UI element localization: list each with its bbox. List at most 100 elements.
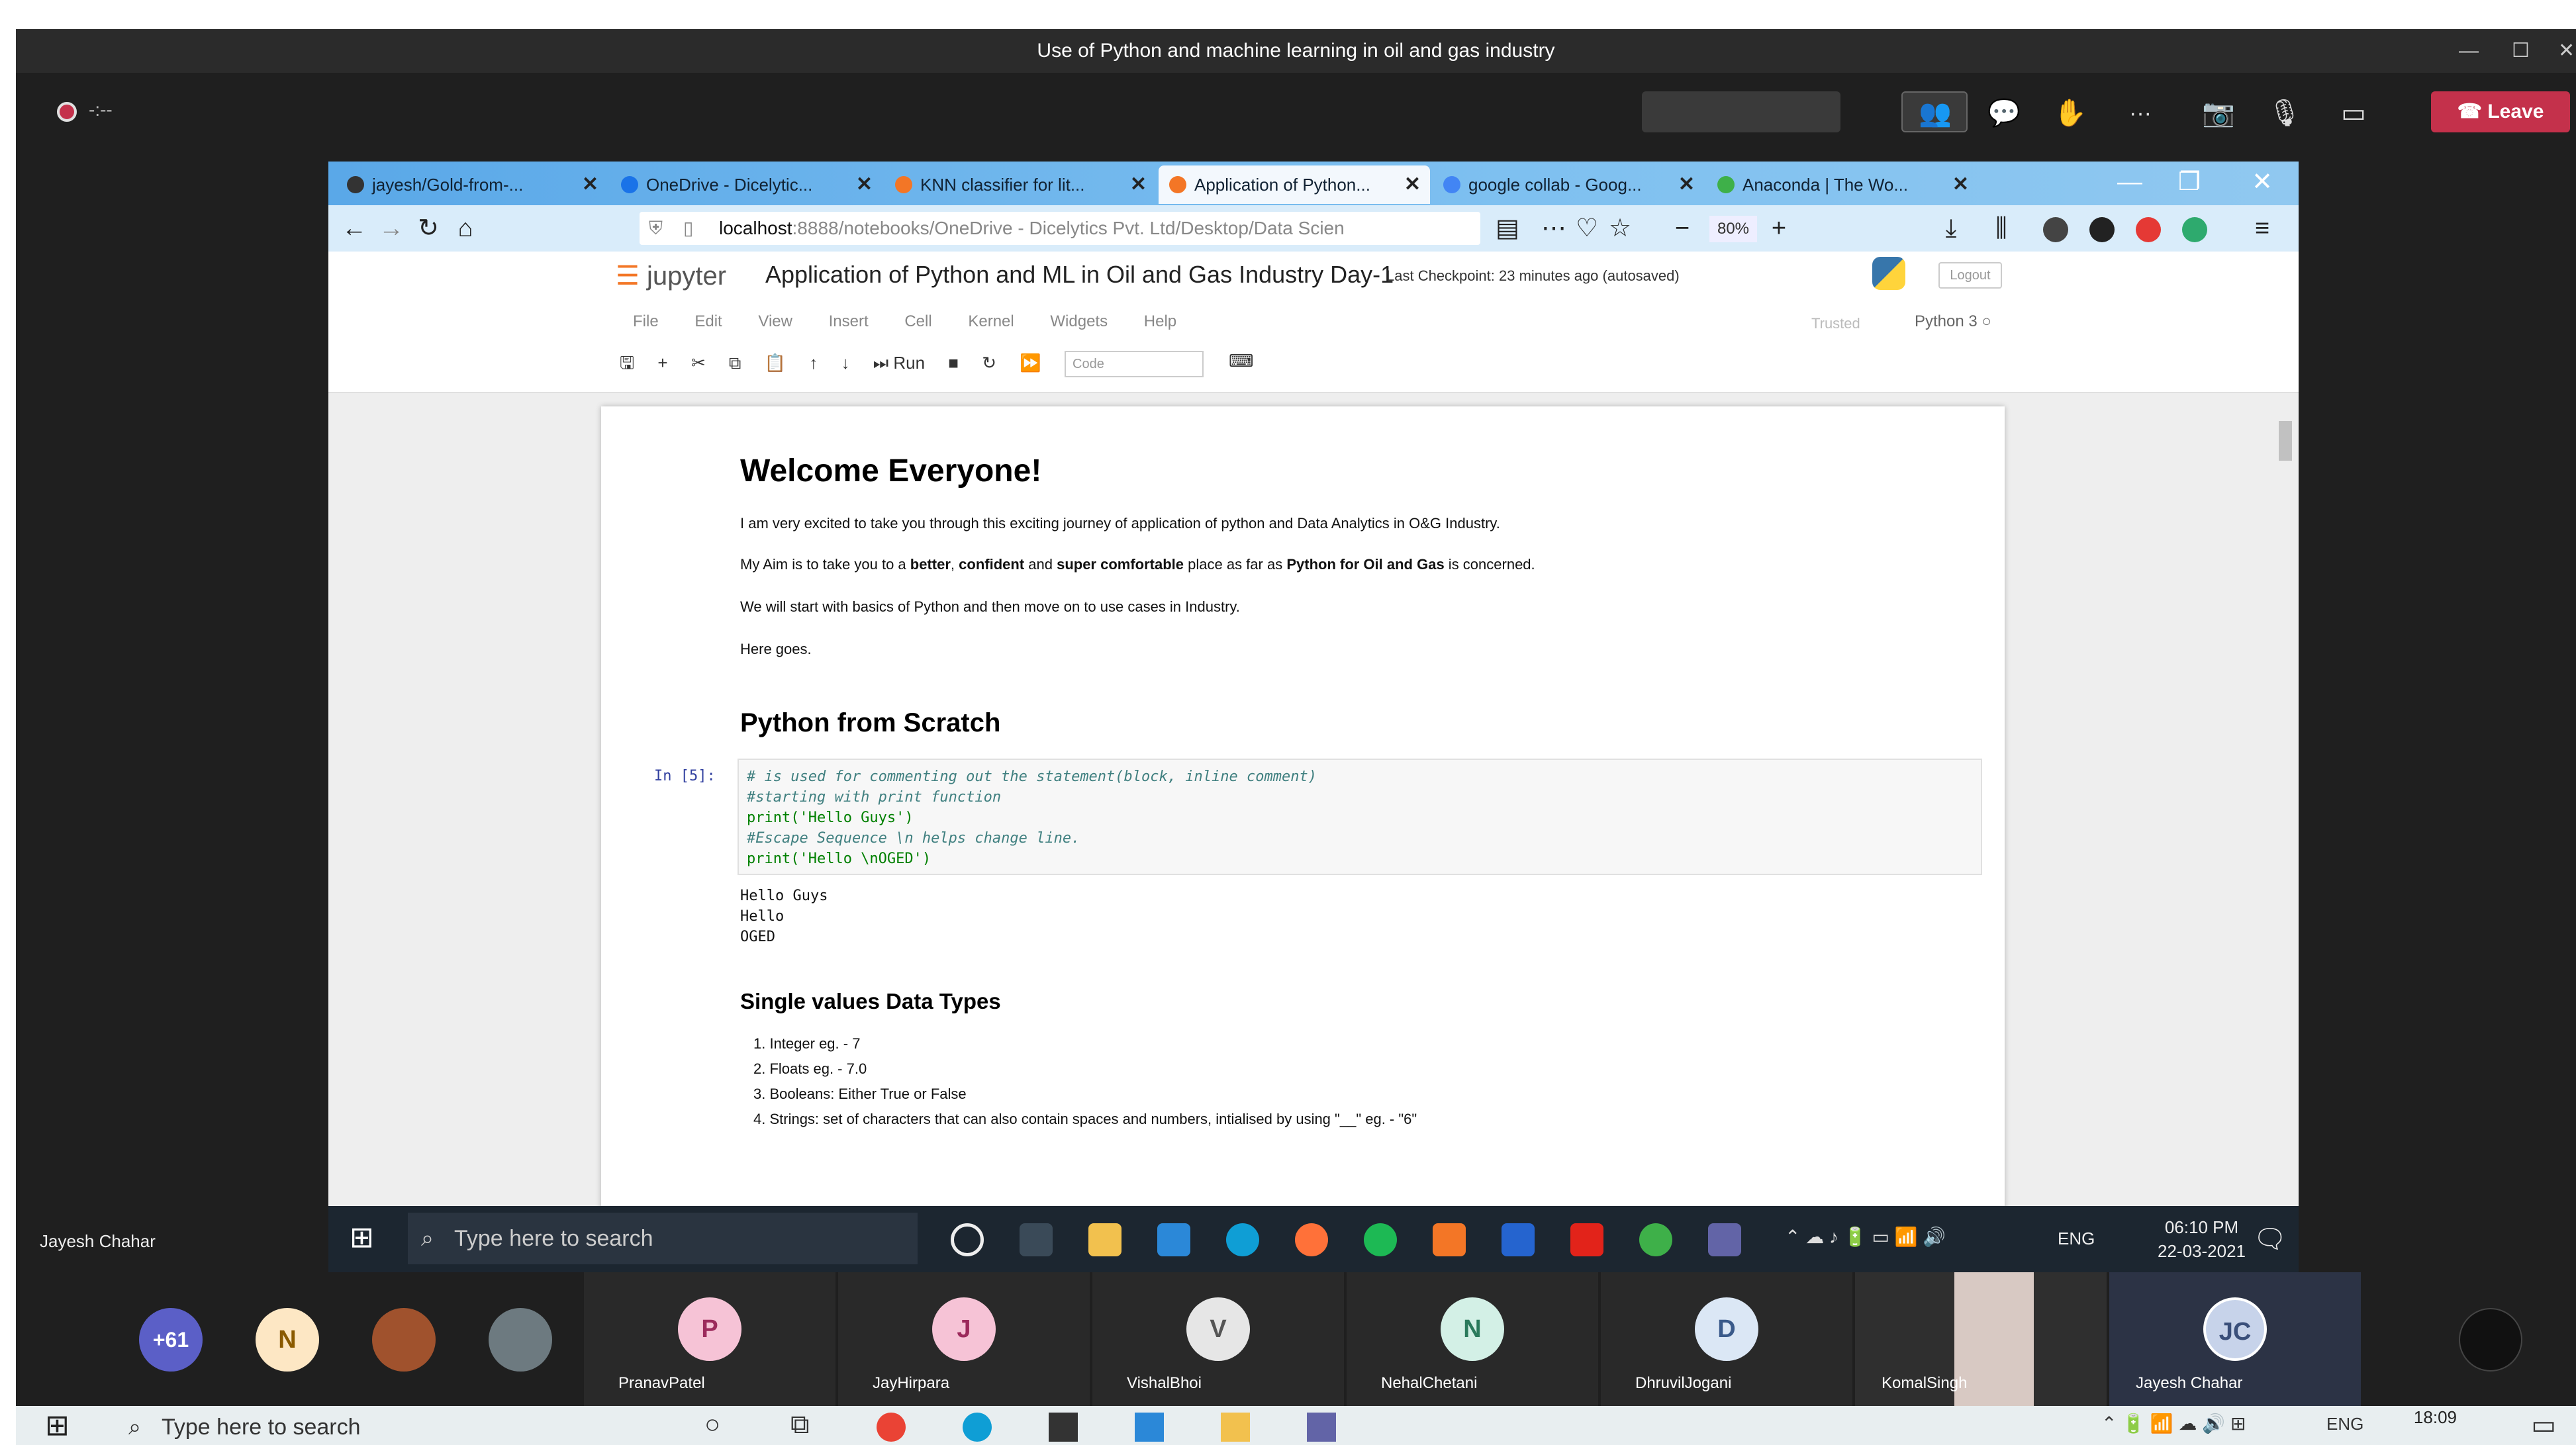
forward-icon[interactable]: → [377, 214, 405, 242]
browser-tab[interactable]: google collab - Goog... ✕ [1433, 165, 1704, 204]
extension-icon[interactable] [2136, 217, 2161, 242]
language-indicator[interactable]: ENG [2326, 1414, 2363, 1434]
notebook-scrollbar[interactable] [2276, 401, 2295, 1195]
more-options-icon[interactable]: ··· [2123, 95, 2158, 131]
close-tab-icon[interactable]: ✕ [1404, 165, 1421, 204]
fast-forward-icon[interactable]: ⏩ [1020, 353, 1041, 373]
toolbar-placeholder-button[interactable] [1642, 91, 1840, 132]
cortana-icon[interactable] [951, 1223, 984, 1256]
spotify-icon[interactable] [1364, 1223, 1397, 1256]
share-tray-icon[interactable]: ▭ [2336, 95, 2371, 131]
zoom-out-icon[interactable]: − [1668, 214, 1696, 242]
taskbar-search[interactable]: ⌕ Type here to search [115, 1410, 658, 1444]
notebook-title[interactable]: Application of Python and ML in Oil and … [765, 261, 1394, 289]
taskbar-clock[interactable]: 18:09 [2414, 1407, 2457, 1428]
close-tab-icon[interactable]: ✕ [582, 165, 598, 204]
close-tab-icon[interactable]: ✕ [1678, 165, 1695, 204]
avatar[interactable]: N [256, 1308, 319, 1372]
menu-help[interactable]: Help [1144, 312, 1176, 331]
minimize-icon[interactable]: — [2116, 168, 2144, 196]
firefox-icon[interactable] [1295, 1223, 1328, 1256]
menu-file[interactable]: File [633, 312, 659, 331]
acrobat-icon[interactable] [1570, 1223, 1603, 1256]
bookmark-star-icon[interactable]: ☆ [1606, 214, 1634, 242]
participant-tile[interactable]: D DhruvilJogani [1601, 1272, 1852, 1406]
menu-cell[interactable]: Cell [904, 312, 931, 331]
browser-tab[interactable]: Anaconda | The Wo... ✕ [1707, 165, 1978, 204]
notifications-icon[interactable]: 🗨 [2253, 1223, 2287, 1254]
file-explorer-icon[interactable] [1221, 1413, 1250, 1442]
insert-cell-icon[interactable]: + [657, 353, 667, 373]
copy-icon[interactable]: ⧉ [729, 353, 741, 374]
overflow-participants-badge[interactable]: +61 [139, 1308, 203, 1372]
trusted-badge[interactable]: Trusted [1811, 315, 1860, 332]
restart-icon[interactable]: ↻ [982, 353, 996, 373]
run-button[interactable]: ⏭ Run [873, 353, 925, 374]
mail-icon[interactable] [1157, 1223, 1190, 1256]
mic-off-icon[interactable]: 🎙 [2267, 95, 2303, 131]
task-view-icon[interactable] [1020, 1223, 1053, 1256]
reader-icon[interactable]: ▤ [1494, 214, 1521, 242]
language-indicator[interactable]: ENG [2058, 1229, 2095, 1249]
jupyter-icon[interactable] [1433, 1223, 1466, 1256]
cut-icon[interactable]: ✂ [691, 353, 706, 373]
minimize-icon[interactable]: — [2459, 29, 2479, 73]
file-explorer-icon[interactable] [1088, 1223, 1121, 1256]
avatar-photo[interactable] [2459, 1308, 2522, 1372]
stop-icon[interactable]: ■ [948, 353, 959, 373]
cell-type-select[interactable]: Code [1065, 351, 1204, 377]
close-tab-icon[interactable]: ✕ [856, 165, 873, 204]
browser-tab-active[interactable]: Application of Python... ✕ [1159, 165, 1430, 204]
extension-icon[interactable] [2089, 217, 2115, 242]
extension-icon[interactable] [2043, 217, 2068, 242]
participant-tile[interactable]: P PranavPatel [584, 1272, 835, 1406]
store-icon[interactable] [1049, 1413, 1078, 1442]
extension-icon[interactable] [2182, 217, 2207, 242]
address-bar[interactable]: ⛨ ▯ localhost:8888/notebooks/OneDrive - Di… [640, 212, 1480, 245]
chat-icon[interactable]: 💬 [1986, 95, 2022, 131]
download-icon[interactable]: ⤓ [1937, 214, 1965, 242]
code-cell[interactable]: # is used for commenting out the stateme… [738, 759, 1982, 875]
page-actions-icon[interactable]: ⋯ [1540, 214, 1568, 242]
avatar-photo[interactable] [372, 1308, 436, 1372]
hamburger-menu-icon[interactable]: ≡ [2248, 214, 2276, 242]
avatar-photo[interactable] [489, 1308, 552, 1372]
notifications-icon[interactable]: ▭ [2531, 1410, 2556, 1440]
move-down-icon[interactable]: ↓ [841, 353, 850, 373]
zoom-level[interactable]: 80% [1709, 216, 1757, 242]
pocket-icon[interactable]: ♡ [1573, 214, 1601, 242]
maximize-icon[interactable]: ☐ [2512, 29, 2530, 73]
zoom-in-icon[interactable]: + [1765, 214, 1793, 242]
close-window-icon[interactable]: ✕ [2558, 29, 2575, 73]
menu-view[interactable]: View [758, 312, 792, 331]
teams-icon[interactable] [1307, 1413, 1336, 1442]
close-window-icon[interactable]: ✕ [2248, 168, 2276, 196]
edge-icon[interactable] [963, 1413, 992, 1442]
todo-icon[interactable] [1502, 1223, 1535, 1256]
taskbar-search[interactable]: ⌕ Type here to search [408, 1213, 918, 1264]
menu-insert[interactable]: Insert [829, 312, 869, 331]
mail-icon[interactable] [1135, 1413, 1164, 1442]
logout-button[interactable]: Logout [1938, 262, 2002, 289]
command-palette-icon[interactable]: ⌨ [1229, 351, 1254, 380]
cortana-icon[interactable]: ○ [704, 1410, 720, 1440]
back-icon[interactable]: ← [340, 214, 368, 242]
library-icon[interactable]: ⫼ [1987, 214, 2015, 242]
taskbar-clock[interactable]: 06:10 PM 22-03-2021 [2158, 1215, 2246, 1263]
menu-kernel[interactable]: Kernel [968, 312, 1014, 331]
restore-icon[interactable]: ❐ [2175, 168, 2203, 196]
reload-icon[interactable]: ↻ [414, 214, 442, 242]
participant-tile-self[interactable]: JC Jayesh Chahar [2109, 1272, 2361, 1406]
close-tab-icon[interactable]: ✕ [1130, 165, 1147, 204]
participant-tile[interactable]: N NehalChetani [1347, 1272, 1598, 1406]
browser-tab[interactable]: jayesh/Gold-from-... ✕ [336, 165, 608, 204]
edge-icon[interactable] [1226, 1223, 1259, 1256]
leave-button[interactable]: ☎ Leave [2431, 91, 2570, 132]
windows-start-icon[interactable]: ⊞ [45, 1409, 70, 1442]
browser-tab[interactable]: KNN classifier for lit... ✕ [884, 165, 1156, 204]
participant-tile[interactable]: V VishalBhoi [1092, 1272, 1344, 1406]
paste-icon[interactable]: 📋 [765, 353, 786, 373]
participant-tile[interactable]: J JayHirpara [838, 1272, 1090, 1406]
menu-widgets[interactable]: Widgets [1050, 312, 1108, 331]
participant-tile-video[interactable]: KomalSingh [1855, 1272, 2107, 1406]
